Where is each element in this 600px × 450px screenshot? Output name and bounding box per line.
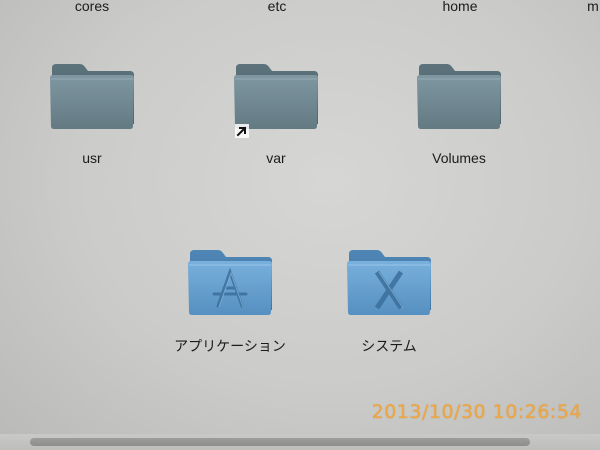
folder-icon bbox=[50, 64, 134, 129]
folder-usr[interactable]: usr bbox=[46, 62, 138, 172]
folder-label-applications: アプリケーション bbox=[174, 338, 286, 354]
folder-volumes[interactable]: Volumes bbox=[413, 62, 505, 172]
folder-label-cores[interactable]: cores bbox=[75, 0, 109, 14]
folder-icon bbox=[234, 64, 318, 129]
folder-label-etc[interactable]: etc bbox=[268, 0, 287, 14]
folder-label-usr: usr bbox=[82, 150, 102, 166]
scrollbar-thumb[interactable] bbox=[30, 438, 530, 446]
photo-timestamp: 2013/10/30 10:26:54 bbox=[371, 401, 582, 423]
folder-var[interactable]: var bbox=[230, 62, 322, 172]
folder-label-home[interactable]: home bbox=[442, 0, 477, 14]
folder-icon bbox=[417, 64, 501, 129]
folder-label-volumes: Volumes bbox=[432, 150, 486, 166]
folder-label-var: var bbox=[266, 150, 286, 166]
finder-window: cores etc home m usr var Volumes アプリケーショ… bbox=[0, 0, 600, 450]
applications-folder-icon bbox=[188, 250, 272, 315]
folder-system[interactable]: システム bbox=[343, 248, 435, 358]
folder-label-truncated[interactable]: m bbox=[587, 0, 599, 14]
horizontal-scrollbar[interactable] bbox=[0, 434, 600, 450]
folder-label-system: システム bbox=[361, 338, 417, 354]
alias-arrow-icon bbox=[235, 124, 249, 138]
folder-applications[interactable]: アプリケーション bbox=[162, 248, 298, 358]
system-folder-icon bbox=[347, 250, 431, 315]
